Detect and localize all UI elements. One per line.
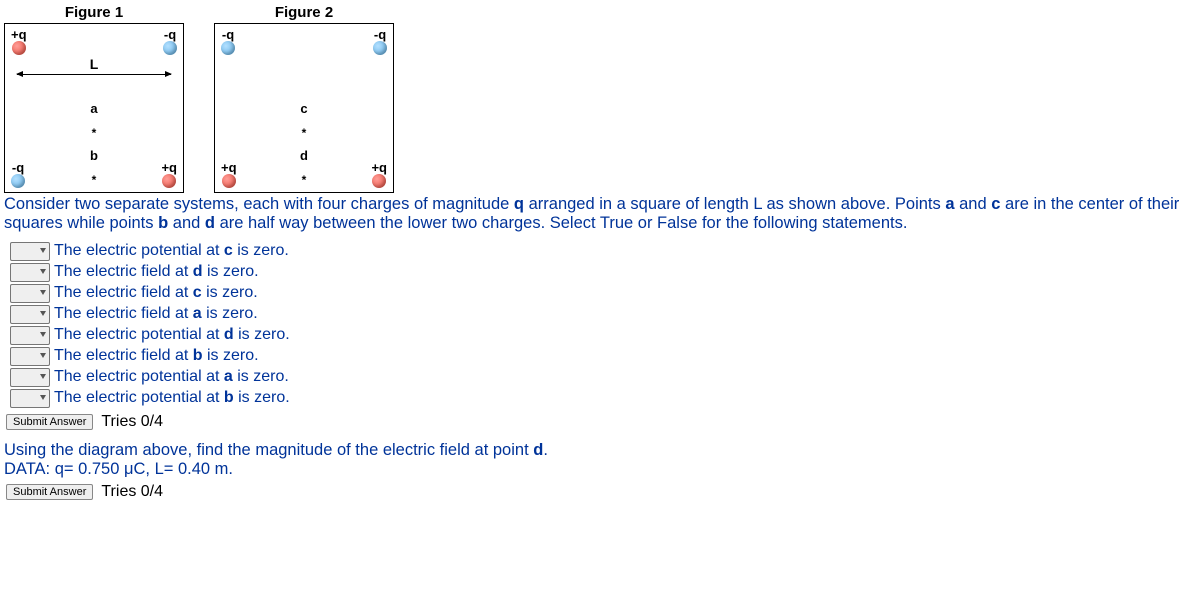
red-dot-icon bbox=[12, 41, 26, 55]
statement-row: The electric field at d is zero. bbox=[10, 262, 1196, 283]
statement-row: The electric field at c is zero. bbox=[10, 283, 1196, 304]
statement-row: The electric potential at d is zero. bbox=[10, 325, 1196, 346]
point-c: c* bbox=[215, 102, 393, 139]
length-label: L bbox=[5, 56, 183, 72]
tries-text: Tries 0/4 bbox=[101, 413, 163, 431]
statement-row: The electric field at a is zero. bbox=[10, 304, 1196, 325]
submit-button[interactable]: Submit Answer bbox=[6, 414, 93, 430]
figures-row: Figure 1 +q -q -q +q L a* bbox=[4, 4, 1196, 193]
submit-row-2: Submit Answer Tries 0/4 bbox=[6, 483, 1196, 501]
statement-text: The electric field at b is zero. bbox=[54, 347, 259, 365]
fig1-charge-tr: -q bbox=[163, 28, 177, 55]
length-arrow-icon bbox=[17, 74, 171, 75]
statement-text: The electric potential at d is zero. bbox=[54, 326, 290, 344]
figure-2: Figure 2 -q -q +q +q c* d* bbox=[214, 4, 394, 193]
point-d: d* bbox=[215, 149, 393, 186]
point-b: b* bbox=[5, 149, 183, 186]
statement-list: The electric potential at c is zero. The … bbox=[10, 241, 1196, 409]
true-false-select[interactable] bbox=[10, 389, 50, 408]
figure-1-box: +q -q -q +q L a* b* bbox=[4, 23, 184, 193]
true-false-select[interactable] bbox=[10, 284, 50, 303]
part2-paragraph: Using the diagram above, find the magnit… bbox=[4, 441, 1196, 479]
submit-button[interactable]: Submit Answer bbox=[6, 484, 93, 500]
statement-row: The electric potential at b is zero. bbox=[10, 388, 1196, 409]
fig2-charge-tl: -q bbox=[221, 28, 235, 55]
blue-dot-icon bbox=[373, 41, 387, 55]
true-false-select[interactable] bbox=[10, 305, 50, 324]
true-false-select[interactable] bbox=[10, 326, 50, 345]
statement-text: The electric field at d is zero. bbox=[54, 263, 259, 281]
statement-text: The electric field at a is zero. bbox=[54, 305, 258, 323]
statement-text: The electric potential at c is zero. bbox=[54, 242, 289, 260]
figure-2-box: -q -q +q +q c* d* bbox=[214, 23, 394, 193]
blue-dot-icon bbox=[221, 41, 235, 55]
statement-row: The electric field at b is zero. bbox=[10, 346, 1196, 367]
true-false-select[interactable] bbox=[10, 242, 50, 261]
figure-1-title: Figure 1 bbox=[65, 4, 123, 21]
intro-paragraph: Consider two separate systems, each with… bbox=[4, 195, 1196, 233]
submit-row-1: Submit Answer Tries 0/4 bbox=[6, 413, 1196, 431]
true-false-select[interactable] bbox=[10, 347, 50, 366]
fig1-charge-tl: +q bbox=[11, 28, 27, 55]
true-false-select[interactable] bbox=[10, 368, 50, 387]
statement-text: The electric field at c is zero. bbox=[54, 284, 258, 302]
point-a: a* bbox=[5, 102, 183, 139]
fig2-charge-tr: -q bbox=[373, 28, 387, 55]
tries-text: Tries 0/4 bbox=[101, 483, 163, 501]
statement-text: The electric potential at b is zero. bbox=[54, 389, 290, 407]
statement-row: The electric potential at a is zero. bbox=[10, 367, 1196, 388]
statement-row: The electric potential at c is zero. bbox=[10, 241, 1196, 262]
figure-1: Figure 1 +q -q -q +q L a* bbox=[4, 4, 184, 193]
blue-dot-icon bbox=[163, 41, 177, 55]
true-false-select[interactable] bbox=[10, 263, 50, 282]
figure-2-title: Figure 2 bbox=[275, 4, 333, 21]
statement-text: The electric potential at a is zero. bbox=[54, 368, 289, 386]
